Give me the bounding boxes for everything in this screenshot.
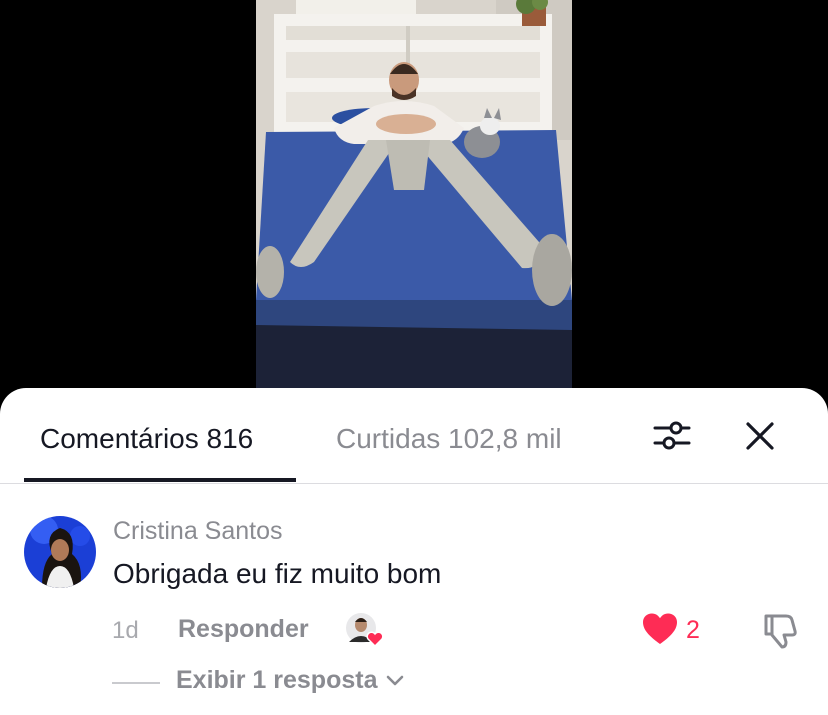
thumbs-down-icon	[764, 614, 797, 649]
tab-comments[interactable]: Comentários 816	[40, 422, 253, 456]
comments-tab-bar: Comentários 816 Curtidas 102,8 mil	[0, 388, 828, 484]
comment-item: Cristina Santos Obrigada eu fiz muito bo…	[0, 484, 828, 715]
video-thumbnail[interactable]	[256, 0, 572, 390]
sliders-icon	[653, 421, 691, 450]
comment-author[interactable]: Cristina Santos	[113, 516, 283, 546]
comment-timestamp: 1d	[112, 617, 139, 644]
dislike-button[interactable]	[760, 610, 800, 650]
like-count: 2	[686, 616, 700, 644]
replies-divider	[112, 682, 160, 684]
creator-liked-avatar-icon	[346, 613, 384, 648]
video-player[interactable]	[0, 0, 828, 400]
comment-text: Obrigada eu fiz muito bom	[113, 558, 442, 589]
heart-icon	[643, 613, 677, 644]
reply-button[interactable]: Responder	[178, 614, 309, 644]
active-tab-indicator	[24, 478, 296, 482]
comments-sheet: Comentários 816 Curtidas 102,8 mil Crist…	[0, 388, 828, 715]
filter-button[interactable]	[652, 416, 692, 456]
close-icon	[746, 422, 774, 450]
avatar[interactable]	[24, 516, 96, 588]
creator-liked-badge	[345, 612, 387, 648]
view-replies-button[interactable]: Exibir 1 resposta	[176, 665, 377, 695]
tab-likes[interactable]: Curtidas 102,8 mil	[336, 422, 562, 456]
close-button[interactable]	[740, 416, 780, 456]
chevron-down-icon[interactable]	[385, 671, 405, 691]
